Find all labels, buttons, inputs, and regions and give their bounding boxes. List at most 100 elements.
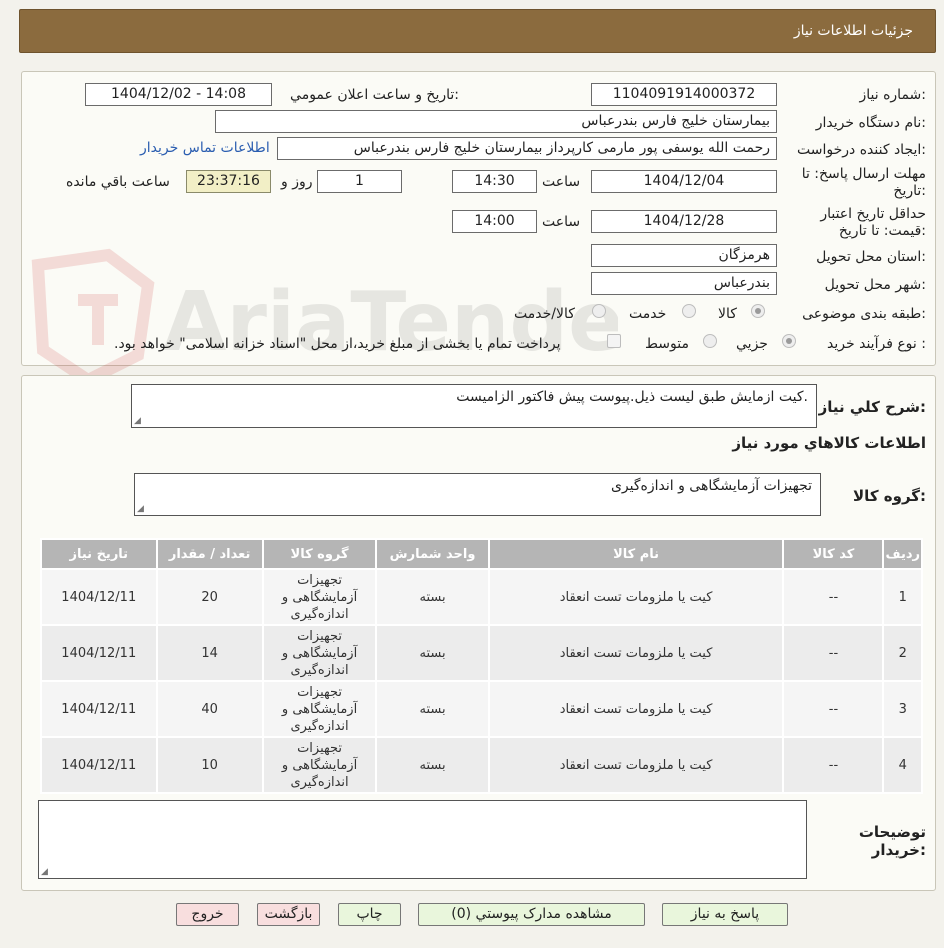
- col-header-name: نام کالا: [487, 538, 785, 570]
- cell-qty: 14: [155, 624, 264, 682]
- cell-date: 1404/12/11: [40, 680, 158, 738]
- col-header-unit: واحد شمارش: [375, 538, 490, 570]
- need-number-field: 1104091914000372: [591, 83, 777, 106]
- col-header-qty: تعداد / مقدار: [155, 538, 264, 570]
- category-label: طبقه بندی موضوعی:: [802, 306, 926, 322]
- resize-grip-icon[interactable]: ◢: [41, 867, 48, 877]
- table-header-row: رديف کد کالا نام کالا واحد شمارش گروه کا…: [40, 538, 923, 570]
- need-number-label: شماره نیاز:: [859, 87, 926, 103]
- table-row: 2 -- کیت یا ملزومات تست انعقاد بسته تجهي…: [40, 624, 923, 682]
- city-label: شهر محل تحويل:: [824, 277, 926, 293]
- process-minor-radio[interactable]: [782, 334, 796, 348]
- reply-button[interactable]: پاسخ به نياز: [662, 903, 788, 926]
- cell-name: کیت یا ملزومات تست انعقاد: [487, 624, 785, 682]
- deadline-time-field: 14:30: [452, 170, 537, 193]
- cell-unit: بسته: [375, 624, 490, 682]
- validity-label-2: قيمت: تا تاريخ:: [838, 223, 926, 239]
- buyer-org-label: نام دستگاه خريدار:: [815, 115, 926, 131]
- col-header-group: گروه کالا: [261, 538, 378, 570]
- cell-row-num: 1: [882, 568, 923, 626]
- resize-grip-icon[interactable]: ◢: [137, 504, 144, 514]
- page-title: جزئیات اطلاعات نیاز: [793, 23, 913, 39]
- remaining-label: ساعت باقي مانده: [66, 174, 170, 190]
- buyer-notes-label-1: توضيحات: [858, 823, 926, 841]
- category-goods-label: کالا: [718, 306, 737, 322]
- goods-group-field: تجهیزات آزمایشگاهی و اندازه‌گیری ◢: [134, 473, 821, 516]
- col-header-row-num: رديف: [882, 538, 923, 570]
- cell-code: --: [782, 736, 885, 794]
- cell-name: کیت یا ملزومات تست انعقاد: [487, 736, 785, 794]
- goods-group-text: تجهیزات آزمایشگاهی و اندازه‌گیری: [610, 478, 812, 494]
- category-both-label: کالا/خدمت: [514, 306, 575, 322]
- validity-label-1: حداقل تاريخ اعتبار: [820, 206, 926, 222]
- creator-field: رحمت الله یوسفی پور مارمی کارپرداز بیمار…: [277, 137, 777, 160]
- cell-code: --: [782, 624, 885, 682]
- goods-group-label: گروه کالا:: [853, 487, 926, 505]
- page-header: جزئیات اطلاعات نیاز: [19, 9, 936, 53]
- resize-grip-icon[interactable]: ◢: [134, 416, 141, 426]
- validity-time-label: ساعت: [542, 214, 581, 230]
- province-label: استان محل تحويل:: [816, 249, 926, 265]
- cell-group: تجهيزات آزمايشگاهی و اندازه‌گيری: [261, 568, 378, 626]
- announce-label: تاریخ و ساعت اعلان عمومي:: [290, 87, 459, 103]
- col-header-date: تاريخ نياز: [40, 538, 158, 570]
- remaining-time-field: 23:37:16: [186, 170, 271, 193]
- province-field: هرمزگان: [591, 244, 777, 267]
- process-medium-label: متوسط: [645, 336, 689, 352]
- cell-group: تجهيزات آزمايشگاهی و اندازه‌گيری: [261, 736, 378, 794]
- cell-unit: بسته: [375, 736, 490, 794]
- cell-date: 1404/12/11: [40, 736, 158, 794]
- cell-date: 1404/12/11: [40, 624, 158, 682]
- cell-date: 1404/12/11: [40, 568, 158, 626]
- description-label: شرح کلي نياز:: [818, 398, 926, 416]
- cell-code: --: [782, 680, 885, 738]
- cell-group: تجهيزات آزمايشگاهی و اندازه‌گيری: [261, 680, 378, 738]
- validity-date-field: 1404/12/28: [591, 210, 777, 233]
- deadline-time-label: ساعت: [542, 174, 581, 190]
- cell-qty: 40: [155, 680, 264, 738]
- creator-label: ايجاد کننده درخواست:: [797, 142, 926, 158]
- cell-code: --: [782, 568, 885, 626]
- process-label: نوع فرآيند خريد :: [827, 336, 926, 352]
- print-button[interactable]: چاپ: [338, 903, 401, 926]
- buyer-notes-field[interactable]: ◢: [38, 800, 807, 879]
- table-row: 4 -- کیت یا ملزومات تست انعقاد بسته تجهي…: [40, 736, 923, 794]
- exit-button[interactable]: خروج: [176, 903, 239, 926]
- process-medium-radio[interactable]: [703, 334, 717, 348]
- cell-row-num: 3: [882, 680, 923, 738]
- days-field: 1: [317, 170, 402, 193]
- category-goods-radio[interactable]: [751, 304, 765, 318]
- days-label: روز و: [281, 174, 313, 190]
- category-service-radio[interactable]: [682, 304, 696, 318]
- buyer-contact-link[interactable]: اطلاعات تماس خريدار: [140, 140, 270, 156]
- cell-qty: 10: [155, 736, 264, 794]
- buyer-notes-label-2: خريدار:: [871, 841, 926, 859]
- cell-qty: 20: [155, 568, 264, 626]
- treasury-payment-checkbox[interactable]: [607, 334, 621, 348]
- process-minor-label: جزيي: [736, 336, 768, 352]
- validity-time-field: 14:00: [452, 210, 537, 233]
- table-row: 3 -- کیت یا ملزومات تست انعقاد بسته تجهي…: [40, 680, 923, 738]
- cell-unit: بسته: [375, 680, 490, 738]
- cell-name: کیت یا ملزومات تست انعقاد: [487, 680, 785, 738]
- description-text: کیت ازمایش طبق لیست ذیل.پیوست پیش فاکتور…: [456, 389, 808, 405]
- cell-name: کیت یا ملزومات تست انعقاد: [487, 568, 785, 626]
- back-button[interactable]: بازگشت: [257, 903, 320, 926]
- category-service-label: خدمت: [629, 306, 667, 322]
- treasury-payment-note: پرداخت تمام يا بخشی از مبلغ خريد،از محل …: [114, 336, 561, 352]
- goods-info-title: اطلاعات کالاهاي مورد نياز: [732, 434, 926, 452]
- city-field: بندرعباس: [591, 272, 777, 295]
- announce-field: 1404/12/02 - 14:08: [85, 83, 272, 106]
- buyer-org-field: بیمارستان خلیج فارس بندرعباس: [215, 110, 777, 133]
- view-documents-button[interactable]: مشاهده مدارک پيوستي (0): [418, 903, 645, 926]
- category-both-radio[interactable]: [592, 304, 606, 318]
- table-row: 1 -- کیت یا ملزومات تست انعقاد بسته تجهي…: [40, 568, 923, 626]
- deadline-date-field: 1404/12/04: [591, 170, 777, 193]
- cell-row-num: 4: [882, 736, 923, 794]
- goods-table: رديف کد کالا نام کالا واحد شمارش گروه کا…: [40, 538, 923, 794]
- deadline-label-2: تاريخ:: [893, 183, 926, 199]
- description-field: کیت ازمایش طبق لیست ذیل.پیوست پیش فاکتور…: [131, 384, 817, 428]
- cell-unit: بسته: [375, 568, 490, 626]
- cell-row-num: 2: [882, 624, 923, 682]
- cell-group: تجهيزات آزمايشگاهی و اندازه‌گيری: [261, 624, 378, 682]
